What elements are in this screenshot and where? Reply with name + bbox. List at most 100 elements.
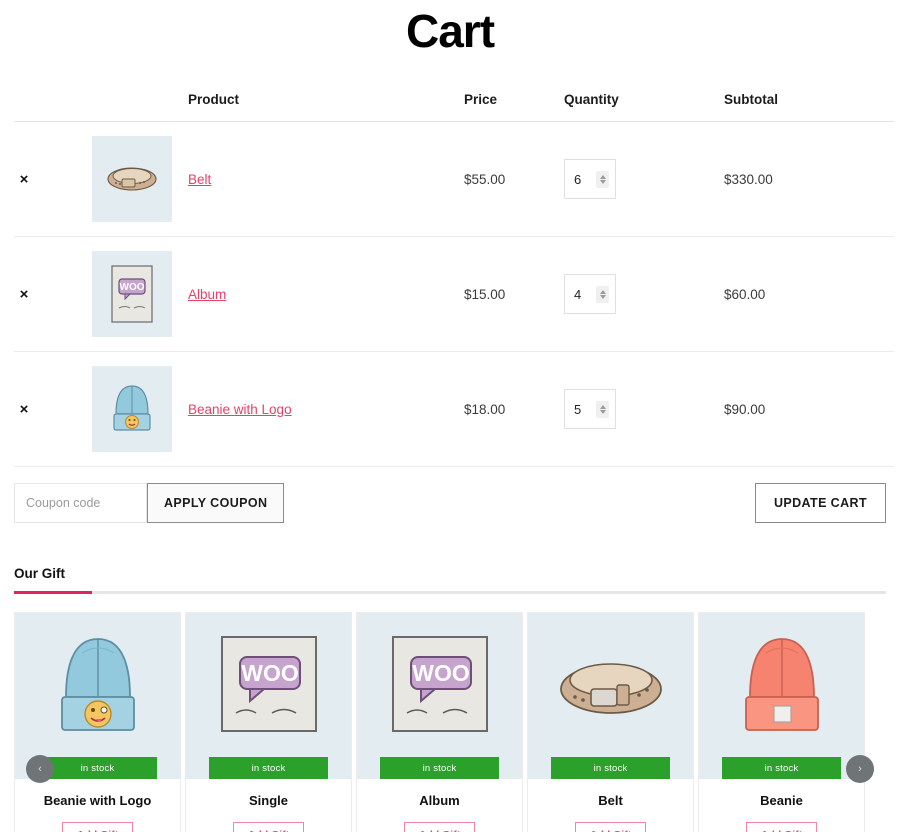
belt-icon xyxy=(104,159,160,199)
our-gift-section: Our Gift ‹ › xyxy=(0,565,900,832)
product-link[interactable]: Belt xyxy=(188,172,211,187)
carousel-next-icon[interactable]: › xyxy=(846,755,874,783)
carousel-track: in stock Beanie with Logo Add Gift WOO xyxy=(14,612,886,832)
quantity-spinner-icon[interactable] xyxy=(596,286,609,303)
product-name-cell: Belt xyxy=(188,122,464,237)
quantity-cell: 5 xyxy=(564,352,724,467)
cart-header-row: Product Price Quantity Subtotal xyxy=(14,92,894,122)
gift-card-title: Beanie xyxy=(707,793,856,808)
album-art: WOO xyxy=(385,627,495,745)
cart-table-wrapper: Product Price Quantity Subtotal × xyxy=(0,92,900,467)
gift-card-media: in stock xyxy=(528,613,693,779)
status-badge: in stock xyxy=(38,757,157,779)
quantity-value[interactable]: 4 xyxy=(574,287,581,302)
header-subtotal: Subtotal xyxy=(724,92,894,122)
belt-art xyxy=(551,627,671,745)
single-art: WOO xyxy=(214,627,324,745)
quantity-cell: 6 xyxy=(564,122,724,237)
thumbnail-cell xyxy=(92,122,188,237)
gift-card-media: WOO in stock xyxy=(186,613,351,779)
gift-card-body: Album Add Gift xyxy=(357,779,522,832)
gift-card[interactable]: in stock Beanie Add Gift xyxy=(698,612,865,832)
gift-card-body: Single Add Gift xyxy=(186,779,351,832)
status-badge: in stock xyxy=(722,757,841,779)
product-price: $18.00 xyxy=(464,352,564,467)
svg-text:WOO: WOO xyxy=(120,282,145,293)
belt-thumbnail[interactable] xyxy=(92,136,172,222)
beanie-with-logo-thumbnail[interactable] xyxy=(92,366,172,452)
quantity-stepper[interactable]: 5 xyxy=(564,389,616,429)
thumbnail-cell xyxy=(92,352,188,467)
product-subtotal: $60.00 xyxy=(724,237,894,352)
add-gift-button[interactable]: Add Gift xyxy=(404,822,475,832)
quantity-cell: 4 xyxy=(564,237,724,352)
header-remove xyxy=(14,92,92,122)
product-price: $15.00 xyxy=(464,237,564,352)
gift-card[interactable]: WOO in stock Album Add Gift xyxy=(356,612,523,832)
remove-item-button[interactable]: × xyxy=(14,401,34,418)
gift-card[interactable]: in stock Beanie with Logo Add Gift xyxy=(14,612,181,832)
gift-card-title: Album xyxy=(365,793,514,808)
quantity-value[interactable]: 5 xyxy=(574,402,581,417)
product-name-cell: Beanie with Logo xyxy=(188,352,464,467)
update-cart-button[interactable]: UPDATE CART xyxy=(755,483,886,523)
product-link[interactable]: Beanie with Logo xyxy=(188,402,292,417)
add-gift-button[interactable]: Add Gift xyxy=(62,822,133,832)
gift-card[interactable]: WOO in stock Single Add Gift xyxy=(185,612,352,832)
quantity-spinner-icon[interactable] xyxy=(596,171,609,188)
gift-card[interactable]: in stock Belt Add Gift xyxy=(527,612,694,832)
remove-item-button[interactable]: × xyxy=(14,286,34,303)
beanie-icon xyxy=(107,380,157,438)
quantity-stepper[interactable]: 4 xyxy=(564,274,616,314)
gift-card-media: in stock xyxy=(699,613,864,779)
remove-cell: × xyxy=(14,122,92,237)
status-badge: in stock xyxy=(380,757,499,779)
quantity-stepper[interactable]: 6 xyxy=(564,159,616,199)
tab-underline xyxy=(14,591,886,594)
svg-text:WOO: WOO xyxy=(412,660,470,686)
remove-item-button[interactable]: × xyxy=(14,171,34,188)
gift-card-title: Single xyxy=(194,793,343,808)
coupon-input[interactable] xyxy=(14,483,147,523)
product-name-cell: Album xyxy=(188,237,464,352)
beanie-art xyxy=(730,627,834,745)
coupon-group: APPLY COUPON xyxy=(14,483,284,523)
tab-our-gift[interactable]: Our Gift xyxy=(14,566,65,591)
header-thumbnail xyxy=(92,92,188,122)
album-cover-icon: WOO xyxy=(109,263,155,325)
cart-table: Product Price Quantity Subtotal × xyxy=(14,92,894,467)
beanie-with-logo-art xyxy=(46,627,150,745)
cart-table-head: Product Price Quantity Subtotal xyxy=(14,92,894,122)
remove-cell: × xyxy=(14,352,92,467)
product-price: $55.00 xyxy=(464,122,564,237)
cart-table-body: × B xyxy=(14,122,894,467)
header-product: Product xyxy=(188,92,464,122)
table-row: × xyxy=(14,352,894,467)
gift-tabs: Our Gift xyxy=(14,565,886,594)
gift-carousel: ‹ › xyxy=(14,612,886,832)
table-row: × WOO xyxy=(14,237,894,352)
product-link[interactable]: Album xyxy=(188,287,226,302)
remove-cell: × xyxy=(14,237,92,352)
gift-card-body: Beanie Add Gift xyxy=(699,779,864,832)
gift-card-title: Belt xyxy=(536,793,685,808)
add-gift-button[interactable]: Add Gift xyxy=(575,822,646,832)
header-quantity: Quantity xyxy=(564,92,724,122)
product-subtotal: $90.00 xyxy=(724,352,894,467)
apply-coupon-button[interactable]: APPLY COUPON xyxy=(147,483,284,523)
quantity-value[interactable]: 6 xyxy=(574,172,581,187)
quantity-spinner-icon[interactable] xyxy=(596,401,609,418)
add-gift-button[interactable]: Add Gift xyxy=(233,822,304,832)
thumbnail-cell: WOO xyxy=(92,237,188,352)
table-row: × B xyxy=(14,122,894,237)
page-title: Cart xyxy=(0,0,900,60)
svg-text:WOO: WOO xyxy=(241,660,299,686)
gift-card-media: WOO in stock xyxy=(357,613,522,779)
status-badge: in stock xyxy=(209,757,328,779)
carousel-prev-icon[interactable]: ‹ xyxy=(26,755,54,783)
status-badge: in stock xyxy=(551,757,670,779)
product-subtotal: $330.00 xyxy=(724,122,894,237)
album-thumbnail[interactable]: WOO xyxy=(92,251,172,337)
add-gift-button[interactable]: Add Gift xyxy=(746,822,817,832)
header-price: Price xyxy=(464,92,564,122)
